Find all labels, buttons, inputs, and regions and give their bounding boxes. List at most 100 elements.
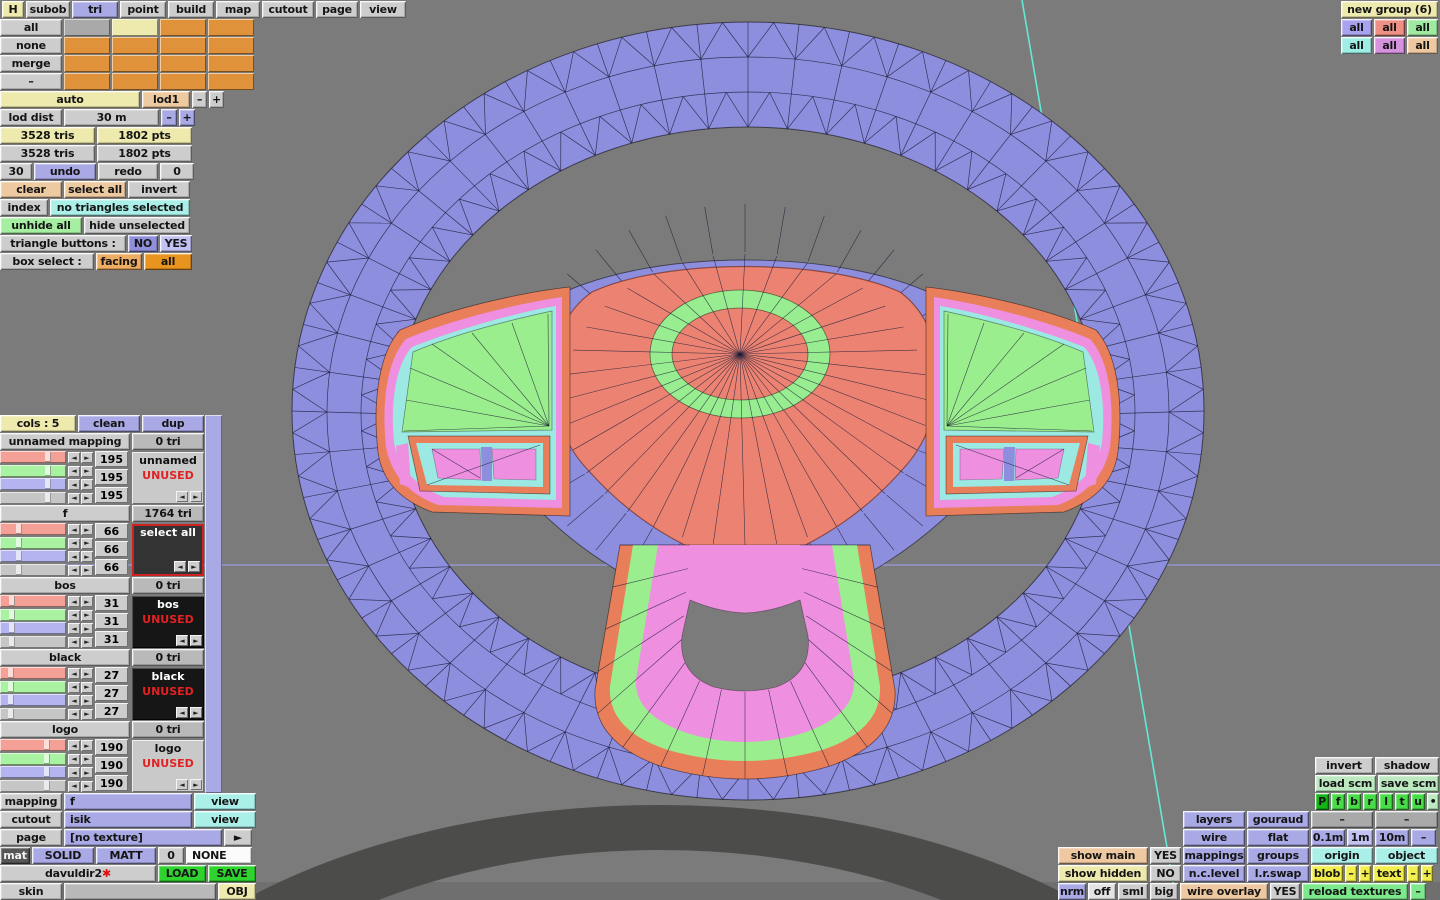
color-slider[interactable] — [0, 694, 66, 706]
color-slider[interactable] — [0, 478, 66, 490]
select-all-button[interactable]: select all — [64, 181, 126, 198]
dup-button[interactable]: dup — [142, 415, 204, 432]
material-next-icon[interactable]: ► — [190, 707, 202, 718]
color-slider[interactable] — [0, 451, 66, 463]
slider-decrement-icon[interactable]: ◄ — [68, 551, 80, 562]
slider-increment-icon[interactable]: ► — [81, 452, 93, 463]
slider-handle[interactable] — [8, 668, 14, 678]
page-value[interactable]: [no texture] — [64, 829, 222, 846]
slider-decrement-icon[interactable]: ◄ — [68, 564, 80, 576]
slider-increment-icon[interactable]: ► — [81, 465, 93, 477]
slider-decrement-icon[interactable]: ◄ — [68, 492, 80, 504]
lr-swap-button[interactable]: l.r.swap — [1247, 865, 1309, 882]
view-l-button[interactable]: l — [1379, 793, 1393, 810]
layers-dash-1[interactable]: – — [1311, 811, 1373, 828]
color-slider[interactable] — [0, 667, 66, 679]
material-name-box[interactable]: unnamed UNUSED ◄ ► — [132, 452, 204, 504]
subob-cell[interactable] — [160, 19, 206, 36]
text-minus-button[interactable]: – — [1407, 865, 1419, 882]
cols-button[interactable]: cols : 5 — [0, 415, 76, 432]
layers-button[interactable]: layers — [1183, 811, 1245, 828]
slider-handle[interactable] — [45, 492, 51, 503]
triangle-buttons-no[interactable]: NO — [128, 235, 158, 252]
subob-dash-button[interactable]: – — [0, 73, 62, 90]
color-slider[interactable] — [0, 608, 66, 621]
slider-decrement-icon[interactable]: ◄ — [68, 452, 80, 463]
slider-handle[interactable] — [44, 780, 50, 791]
slider-handle[interactable] — [9, 596, 15, 606]
view-t-button[interactable]: t — [1395, 793, 1409, 810]
slider-decrement-icon[interactable]: ◄ — [68, 740, 80, 751]
material-section-name[interactable]: unnamed mapping — [0, 433, 130, 450]
slider-decrement-icon[interactable]: ◄ — [68, 767, 80, 778]
lod-dist-minus-button[interactable]: – — [161, 109, 177, 126]
subob-cell[interactable] — [208, 19, 254, 36]
slider-handle[interactable] — [16, 551, 22, 561]
subob-cell[interactable] — [64, 73, 110, 90]
slider-increment-icon[interactable]: ► — [81, 479, 93, 490]
blob-minus-button[interactable]: – — [1345, 865, 1357, 882]
color-slider[interactable] — [0, 563, 66, 576]
slider-increment-icon[interactable]: ► — [81, 596, 93, 607]
group-all-green[interactable]: all — [1407, 19, 1438, 36]
color-slider[interactable] — [0, 739, 66, 751]
slider-increment-icon[interactable]: ► — [81, 492, 93, 504]
subob-cell[interactable] — [64, 55, 110, 72]
view-invert-button[interactable]: invert — [1315, 757, 1373, 774]
slider-handle[interactable] — [16, 564, 22, 575]
slider-increment-icon[interactable]: ► — [81, 524, 93, 535]
slider-increment-icon[interactable]: ► — [81, 551, 93, 562]
material-section-name[interactable]: f — [0, 505, 130, 522]
color-slider[interactable] — [0, 550, 66, 562]
undo-button[interactable]: undo — [34, 163, 96, 180]
color-slider[interactable] — [0, 622, 66, 634]
unhide-all-button[interactable]: unhide all — [0, 217, 82, 234]
tab-h[interactable]: H — [2, 1, 24, 18]
nc-level-button[interactable]: n.c.level — [1183, 865, 1245, 882]
mapping-value[interactable]: f — [64, 793, 192, 810]
subob-cell[interactable] — [64, 19, 110, 36]
index-button[interactable]: index — [0, 199, 48, 216]
slider-increment-icon[interactable]: ► — [81, 780, 93, 792]
subob-cell[interactable] — [64, 37, 110, 54]
color-slider[interactable] — [0, 779, 66, 792]
slider-decrement-icon[interactable]: ◄ — [68, 780, 80, 792]
material-prev-icon[interactable]: ◄ — [176, 779, 188, 790]
view-u-button[interactable]: u — [1411, 793, 1425, 810]
tab-map[interactable]: map — [216, 1, 260, 18]
subob-cell[interactable] — [112, 55, 158, 72]
slider-increment-icon[interactable]: ► — [81, 767, 93, 778]
subob-none-button[interactable]: none — [0, 37, 62, 54]
blob-button[interactable]: blob — [1311, 865, 1343, 882]
skin-button[interactable]: skin — [0, 883, 62, 900]
lod-plus-button[interactable]: + — [209, 91, 224, 108]
slider-handle[interactable] — [45, 479, 51, 489]
slider-decrement-icon[interactable]: ◄ — [68, 668, 80, 679]
color-slider[interactable] — [0, 766, 66, 778]
slider-handle[interactable] — [44, 753, 50, 764]
slider-handle[interactable] — [16, 537, 22, 548]
tab-point[interactable]: point — [120, 1, 166, 18]
subob-merge-button[interactable]: merge — [0, 55, 62, 72]
slider-increment-icon[interactable]: ► — [81, 668, 93, 679]
subob-cell[interactable] — [208, 73, 254, 90]
save-scm-button[interactable]: save scm — [1378, 775, 1439, 792]
load-button[interactable]: LOAD — [158, 865, 206, 882]
nrm-off-button[interactable]: off — [1088, 883, 1116, 900]
slider-decrement-icon[interactable]: ◄ — [68, 753, 80, 765]
view-f-button[interactable]: f — [1331, 793, 1345, 810]
nrm-big-button[interactable]: big — [1150, 883, 1178, 900]
flat-button[interactable]: flat — [1247, 829, 1309, 846]
slider-decrement-icon[interactable]: ◄ — [68, 524, 80, 535]
lod-dist-plus-button[interactable]: + — [179, 109, 195, 126]
obj-button[interactable]: OBJ — [218, 883, 256, 900]
slider-increment-icon[interactable]: ► — [81, 681, 93, 693]
color-slider[interactable] — [0, 491, 66, 504]
show-hidden-toggle[interactable]: NO — [1150, 865, 1181, 882]
tab-build[interactable]: build — [168, 1, 214, 18]
dist-1m-button[interactable]: 1m — [1347, 829, 1373, 846]
load-scm-button[interactable]: load scm — [1315, 775, 1376, 792]
save-button[interactable]: SAVE — [208, 865, 256, 882]
material-name-box[interactable]: logo UNUSED ◄ ► — [132, 740, 204, 792]
material-section-name[interactable]: black — [0, 649, 130, 666]
